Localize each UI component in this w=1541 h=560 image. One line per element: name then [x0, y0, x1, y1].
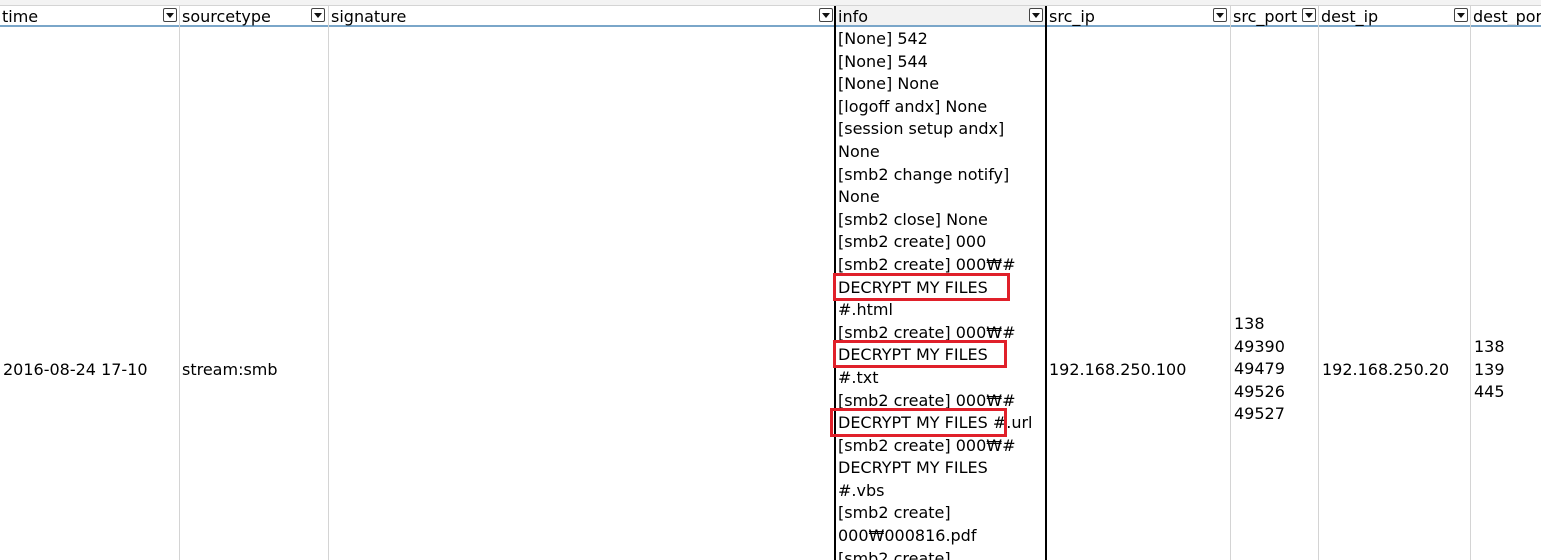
- filter-dropdown-icon[interactable]: [1213, 8, 1227, 22]
- column-header-label: dest_port: [1473, 7, 1541, 26]
- column-header-label: signature: [331, 7, 407, 26]
- filter-dropdown-icon[interactable]: [819, 8, 833, 22]
- src-port-line: 49526: [1234, 381, 1285, 401]
- info-line: [smb2 create]: [838, 503, 951, 523]
- column-header-label: time: [2, 7, 39, 26]
- info-line: None: [838, 141, 880, 161]
- filter-dropdown-icon[interactable]: [1029, 8, 1043, 22]
- filter-dropdown-icon[interactable]: [1454, 8, 1468, 22]
- info-line: #.html: [838, 300, 893, 320]
- cell-time[interactable]: 2016-08-24 17-10: [3, 359, 148, 382]
- spreadsheet: time sourcetype signature info src_ip sr…: [0, 0, 1541, 560]
- highlight-box: [833, 340, 1007, 368]
- src-port-line: 138: [1234, 314, 1265, 333]
- dest-port-line: 139: [1474, 359, 1505, 379]
- cell-dest-port[interactable]: 138 139 445: [1474, 336, 1505, 404]
- cell-src-port[interactable]: 138 49390 49479 49526 49527: [1234, 313, 1285, 426]
- info-line: [None] 544: [838, 51, 928, 71]
- filter-dropdown-icon[interactable]: [163, 8, 177, 22]
- column-header-dest-port[interactable]: dest_port: [1471, 6, 1541, 27]
- info-line: [smb2 close] None: [838, 209, 988, 229]
- info-line: [session setup andx]: [838, 119, 1005, 139]
- info-line: #.vbs: [838, 480, 885, 500]
- highlight-box: [830, 408, 1007, 437]
- info-line: [smb2 change notify]: [838, 164, 1010, 184]
- column-header-label: sourcetype: [182, 7, 271, 26]
- cell-src-ip[interactable]: 192.168.250.100: [1049, 359, 1186, 382]
- info-line: 000₩000816.pdf: [838, 526, 977, 546]
- info-line: [smb2 create] 000₩#: [838, 435, 1016, 455]
- info-line: [None] 542: [838, 29, 928, 48]
- filter-dropdown-icon[interactable]: [1302, 8, 1316, 22]
- src-port-line: 49479: [1234, 359, 1285, 379]
- cell-sourcetype[interactable]: stream:smb: [182, 359, 278, 382]
- dest-port-line: 138: [1474, 337, 1505, 356]
- column-divider: [179, 6, 180, 560]
- column-header-src-port[interactable]: src_port: [1231, 6, 1318, 27]
- info-line: None: [838, 187, 880, 207]
- dest-port-line: 445: [1474, 382, 1505, 402]
- column-header-label: src_ip: [1049, 7, 1095, 26]
- column-header-signature[interactable]: signature: [329, 6, 835, 27]
- filter-dropdown-icon[interactable]: [311, 8, 325, 22]
- info-line: [None] None: [838, 74, 940, 94]
- column-header-info[interactable]: info: [836, 6, 1046, 27]
- src-port-line: 49390: [1234, 336, 1285, 356]
- cell-dest-ip[interactable]: 192.168.250.20: [1322, 359, 1449, 382]
- column-header-time[interactable]: time: [0, 6, 179, 27]
- column-divider: [328, 6, 329, 560]
- info-line: #.txt: [838, 367, 879, 387]
- column-header-sourcetype[interactable]: sourcetype: [180, 6, 328, 27]
- column-header-label: info: [838, 7, 869, 26]
- column-header-dest-ip[interactable]: dest_ip: [1319, 6, 1470, 27]
- column-header-src-ip[interactable]: src_ip: [1047, 6, 1230, 27]
- column-divider: [1318, 6, 1319, 560]
- info-line: DECRYPT MY FILES: [838, 458, 988, 478]
- highlight-box: [833, 273, 1010, 301]
- info-line: [smb2 create]: [838, 548, 951, 560]
- column-divider: [1230, 6, 1231, 560]
- info-line: [smb2 create] 000: [838, 232, 987, 252]
- column-header-label: dest_ip: [1321, 7, 1379, 26]
- column-divider: [1470, 6, 1471, 560]
- info-line: [logoff andx] None: [838, 96, 988, 116]
- src-port-line: 49527: [1234, 404, 1285, 424]
- column-header-label: src_port: [1233, 7, 1298, 26]
